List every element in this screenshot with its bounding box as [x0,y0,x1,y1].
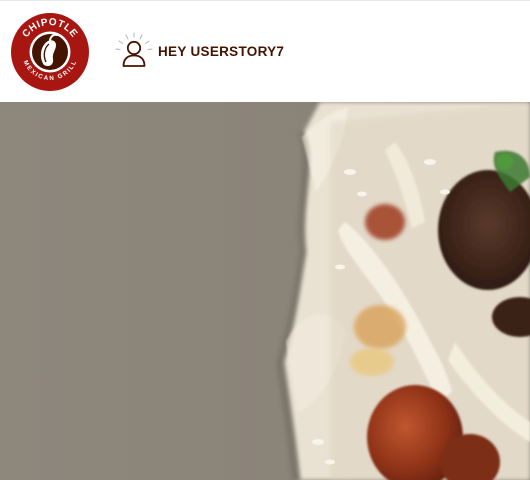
top-navigation-bar: CHIPOTLE MEXICAN GRILL HEY USERSTORY7 [0,0,530,102]
hero-banner [0,102,530,480]
user-icon [115,32,153,67]
chipotle-logo[interactable]: CHIPOTLE MEXICAN GRILL [10,12,90,92]
user-greeting: HEY USERSTORY7 [158,43,285,59]
burrito-photo [0,102,530,480]
account-button[interactable]: HEY USERSTORY7 [114,31,284,71]
